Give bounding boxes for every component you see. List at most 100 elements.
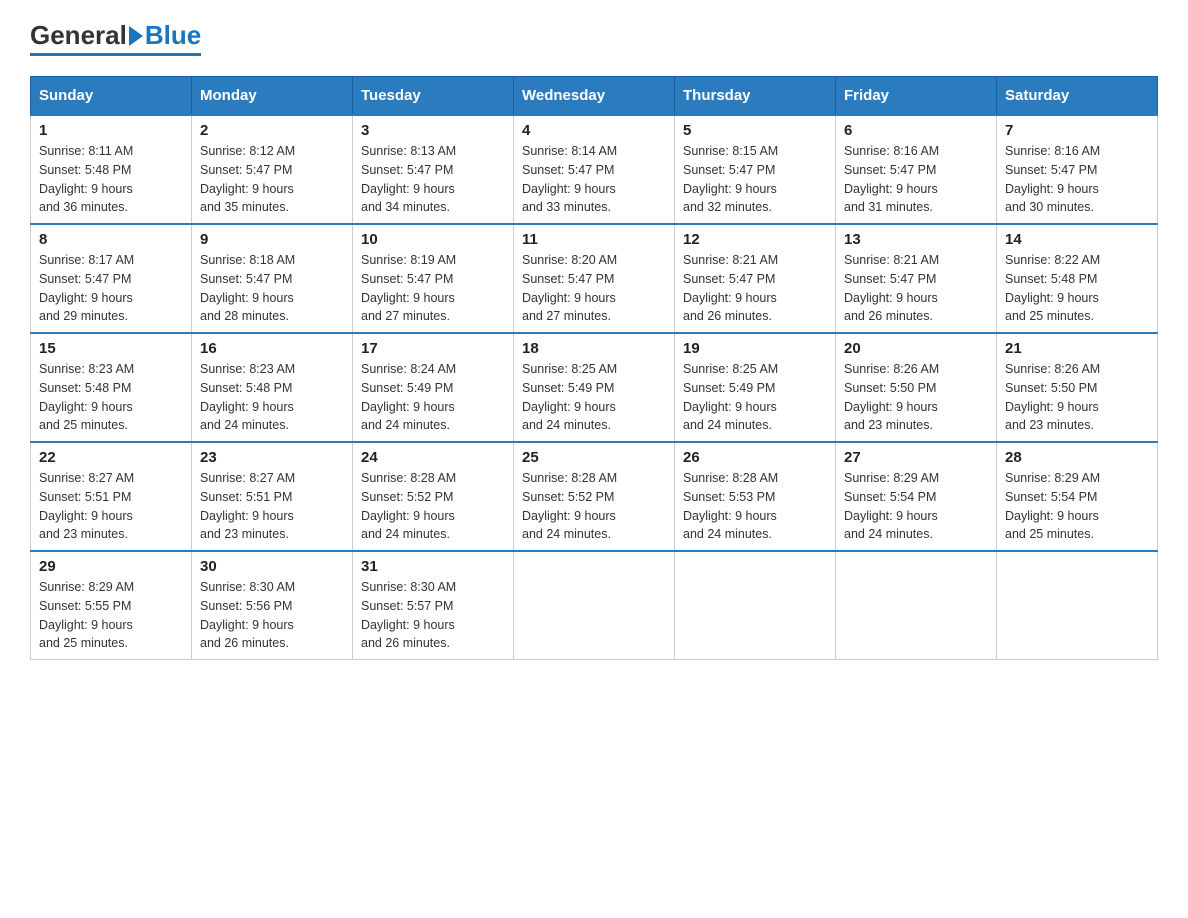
logo: General Blue — [30, 20, 201, 56]
calendar-cell: 12 Sunrise: 8:21 AM Sunset: 5:47 PM Dayl… — [675, 224, 836, 333]
calendar-cell: 28 Sunrise: 8:29 AM Sunset: 5:54 PM Dayl… — [997, 442, 1158, 551]
day-number: 8 — [39, 231, 183, 248]
day-number: 31 — [361, 558, 505, 575]
day-info: Sunrise: 8:18 AM Sunset: 5:47 PM Dayligh… — [200, 251, 344, 326]
day-number: 14 — [1005, 231, 1149, 248]
calendar-cell: 20 Sunrise: 8:26 AM Sunset: 5:50 PM Dayl… — [836, 333, 997, 442]
page-header: General Blue — [30, 20, 1158, 56]
day-info: Sunrise: 8:28 AM Sunset: 5:52 PM Dayligh… — [522, 469, 666, 544]
day-info: Sunrise: 8:22 AM Sunset: 5:48 PM Dayligh… — [1005, 251, 1149, 326]
day-number: 16 — [200, 340, 344, 357]
calendar-cell: 14 Sunrise: 8:22 AM Sunset: 5:48 PM Dayl… — [997, 224, 1158, 333]
day-info: Sunrise: 8:29 AM Sunset: 5:54 PM Dayligh… — [844, 469, 988, 544]
calendar-cell — [997, 551, 1158, 660]
col-header-wednesday: Wednesday — [514, 77, 675, 116]
day-number: 24 — [361, 449, 505, 466]
calendar-cell: 13 Sunrise: 8:21 AM Sunset: 5:47 PM Dayl… — [836, 224, 997, 333]
calendar-week-row: 8 Sunrise: 8:17 AM Sunset: 5:47 PM Dayli… — [31, 224, 1158, 333]
calendar-cell: 25 Sunrise: 8:28 AM Sunset: 5:52 PM Dayl… — [514, 442, 675, 551]
day-number: 10 — [361, 231, 505, 248]
day-number: 21 — [1005, 340, 1149, 357]
day-info: Sunrise: 8:30 AM Sunset: 5:56 PM Dayligh… — [200, 578, 344, 653]
day-info: Sunrise: 8:16 AM Sunset: 5:47 PM Dayligh… — [844, 142, 988, 217]
day-info: Sunrise: 8:30 AM Sunset: 5:57 PM Dayligh… — [361, 578, 505, 653]
day-info: Sunrise: 8:21 AM Sunset: 5:47 PM Dayligh… — [844, 251, 988, 326]
col-header-thursday: Thursday — [675, 77, 836, 116]
calendar-cell: 15 Sunrise: 8:23 AM Sunset: 5:48 PM Dayl… — [31, 333, 192, 442]
calendar-cell: 2 Sunrise: 8:12 AM Sunset: 5:47 PM Dayli… — [192, 115, 353, 224]
day-number: 20 — [844, 340, 988, 357]
day-number: 3 — [361, 122, 505, 139]
day-info: Sunrise: 8:23 AM Sunset: 5:48 PM Dayligh… — [39, 360, 183, 435]
day-number: 13 — [844, 231, 988, 248]
calendar-cell: 1 Sunrise: 8:11 AM Sunset: 5:48 PM Dayli… — [31, 115, 192, 224]
calendar-week-row: 29 Sunrise: 8:29 AM Sunset: 5:55 PM Dayl… — [31, 551, 1158, 660]
day-info: Sunrise: 8:27 AM Sunset: 5:51 PM Dayligh… — [200, 469, 344, 544]
calendar-week-row: 22 Sunrise: 8:27 AM Sunset: 5:51 PM Dayl… — [31, 442, 1158, 551]
calendar-cell: 8 Sunrise: 8:17 AM Sunset: 5:47 PM Dayli… — [31, 224, 192, 333]
day-info: Sunrise: 8:17 AM Sunset: 5:47 PM Dayligh… — [39, 251, 183, 326]
day-info: Sunrise: 8:16 AM Sunset: 5:47 PM Dayligh… — [1005, 142, 1149, 217]
day-info: Sunrise: 8:28 AM Sunset: 5:53 PM Dayligh… — [683, 469, 827, 544]
logo-arrow-icon — [129, 26, 143, 46]
calendar-cell: 31 Sunrise: 8:30 AM Sunset: 5:57 PM Dayl… — [353, 551, 514, 660]
calendar-cell — [675, 551, 836, 660]
calendar-week-row: 15 Sunrise: 8:23 AM Sunset: 5:48 PM Dayl… — [31, 333, 1158, 442]
calendar-cell: 16 Sunrise: 8:23 AM Sunset: 5:48 PM Dayl… — [192, 333, 353, 442]
day-info: Sunrise: 8:26 AM Sunset: 5:50 PM Dayligh… — [844, 360, 988, 435]
logo-underline — [30, 53, 201, 56]
day-info: Sunrise: 8:21 AM Sunset: 5:47 PM Dayligh… — [683, 251, 827, 326]
calendar-header-row: SundayMondayTuesdayWednesdayThursdayFrid… — [31, 77, 1158, 116]
day-number: 23 — [200, 449, 344, 466]
calendar-cell: 5 Sunrise: 8:15 AM Sunset: 5:47 PM Dayli… — [675, 115, 836, 224]
calendar-cell: 10 Sunrise: 8:19 AM Sunset: 5:47 PM Dayl… — [353, 224, 514, 333]
day-info: Sunrise: 8:29 AM Sunset: 5:55 PM Dayligh… — [39, 578, 183, 653]
day-number: 26 — [683, 449, 827, 466]
day-info: Sunrise: 8:15 AM Sunset: 5:47 PM Dayligh… — [683, 142, 827, 217]
day-number: 25 — [522, 449, 666, 466]
calendar-cell: 9 Sunrise: 8:18 AM Sunset: 5:47 PM Dayli… — [192, 224, 353, 333]
day-info: Sunrise: 8:13 AM Sunset: 5:47 PM Dayligh… — [361, 142, 505, 217]
calendar-cell: 26 Sunrise: 8:28 AM Sunset: 5:53 PM Dayl… — [675, 442, 836, 551]
day-number: 11 — [522, 231, 666, 248]
logo-general-text: General — [30, 20, 127, 51]
logo-blue-text: Blue — [145, 20, 201, 51]
day-number: 6 — [844, 122, 988, 139]
calendar-cell: 30 Sunrise: 8:30 AM Sunset: 5:56 PM Dayl… — [192, 551, 353, 660]
calendar-cell: 27 Sunrise: 8:29 AM Sunset: 5:54 PM Dayl… — [836, 442, 997, 551]
day-number: 15 — [39, 340, 183, 357]
day-number: 19 — [683, 340, 827, 357]
col-header-friday: Friday — [836, 77, 997, 116]
calendar-cell: 29 Sunrise: 8:29 AM Sunset: 5:55 PM Dayl… — [31, 551, 192, 660]
day-info: Sunrise: 8:26 AM Sunset: 5:50 PM Dayligh… — [1005, 360, 1149, 435]
day-number: 22 — [39, 449, 183, 466]
day-number: 29 — [39, 558, 183, 575]
day-info: Sunrise: 8:11 AM Sunset: 5:48 PM Dayligh… — [39, 142, 183, 217]
day-info: Sunrise: 8:25 AM Sunset: 5:49 PM Dayligh… — [522, 360, 666, 435]
day-number: 4 — [522, 122, 666, 139]
day-number: 17 — [361, 340, 505, 357]
calendar-cell: 18 Sunrise: 8:25 AM Sunset: 5:49 PM Dayl… — [514, 333, 675, 442]
day-number: 28 — [1005, 449, 1149, 466]
day-info: Sunrise: 8:19 AM Sunset: 5:47 PM Dayligh… — [361, 251, 505, 326]
calendar-cell: 21 Sunrise: 8:26 AM Sunset: 5:50 PM Dayl… — [997, 333, 1158, 442]
calendar-cell: 19 Sunrise: 8:25 AM Sunset: 5:49 PM Dayl… — [675, 333, 836, 442]
calendar-cell: 24 Sunrise: 8:28 AM Sunset: 5:52 PM Dayl… — [353, 442, 514, 551]
day-number: 9 — [200, 231, 344, 248]
day-number: 1 — [39, 122, 183, 139]
day-number: 18 — [522, 340, 666, 357]
col-header-tuesday: Tuesday — [353, 77, 514, 116]
day-info: Sunrise: 8:14 AM Sunset: 5:47 PM Dayligh… — [522, 142, 666, 217]
calendar-cell: 23 Sunrise: 8:27 AM Sunset: 5:51 PM Dayl… — [192, 442, 353, 551]
day-number: 30 — [200, 558, 344, 575]
col-header-monday: Monday — [192, 77, 353, 116]
day-number: 5 — [683, 122, 827, 139]
calendar-week-row: 1 Sunrise: 8:11 AM Sunset: 5:48 PM Dayli… — [31, 115, 1158, 224]
day-info: Sunrise: 8:20 AM Sunset: 5:47 PM Dayligh… — [522, 251, 666, 326]
day-info: Sunrise: 8:28 AM Sunset: 5:52 PM Dayligh… — [361, 469, 505, 544]
calendar-cell — [514, 551, 675, 660]
calendar-cell: 7 Sunrise: 8:16 AM Sunset: 5:47 PM Dayli… — [997, 115, 1158, 224]
day-number: 12 — [683, 231, 827, 248]
calendar-table: SundayMondayTuesdayWednesdayThursdayFrid… — [30, 76, 1158, 660]
day-info: Sunrise: 8:25 AM Sunset: 5:49 PM Dayligh… — [683, 360, 827, 435]
